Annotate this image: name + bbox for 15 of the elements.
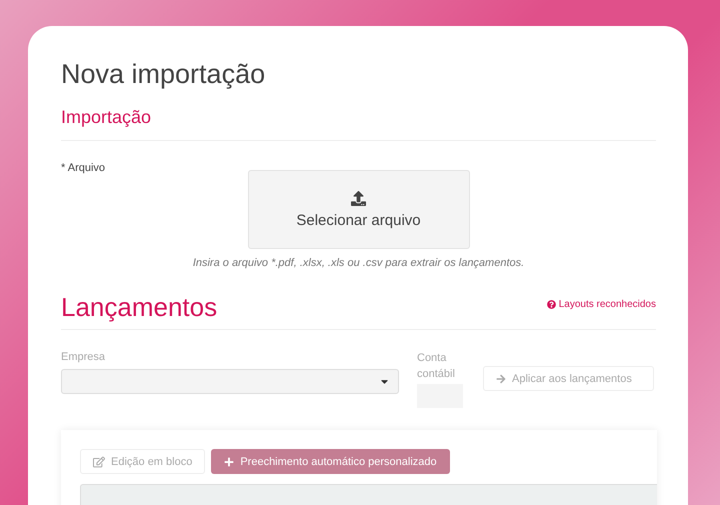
company-select[interactable]: [61, 369, 399, 394]
page-title: Nova importação: [61, 58, 266, 91]
field-label: Empresa: [61, 350, 106, 365]
hint-text: Insira o arquivo *.pdf, .xlsx, .xls ou .csv para extrair os lançamentos.: [192, 257, 524, 269]
field-label: Conta contábil: [417, 351, 456, 382]
help-icon: [546, 300, 556, 309]
section-title: Lançamentos: [61, 291, 218, 323]
upload-icon: [351, 190, 366, 206]
upload-button[interactable]: Selecionar arquivo: [248, 170, 470, 249]
edit-icon: [93, 456, 105, 468]
section-title: Importação: [61, 106, 152, 129]
field-label: * Arquivo: [61, 161, 106, 176]
help-link[interactable]: Layouts reconhecidos: [546, 299, 656, 310]
plus-icon: [224, 456, 234, 466]
arrow-icon: [496, 374, 506, 384]
